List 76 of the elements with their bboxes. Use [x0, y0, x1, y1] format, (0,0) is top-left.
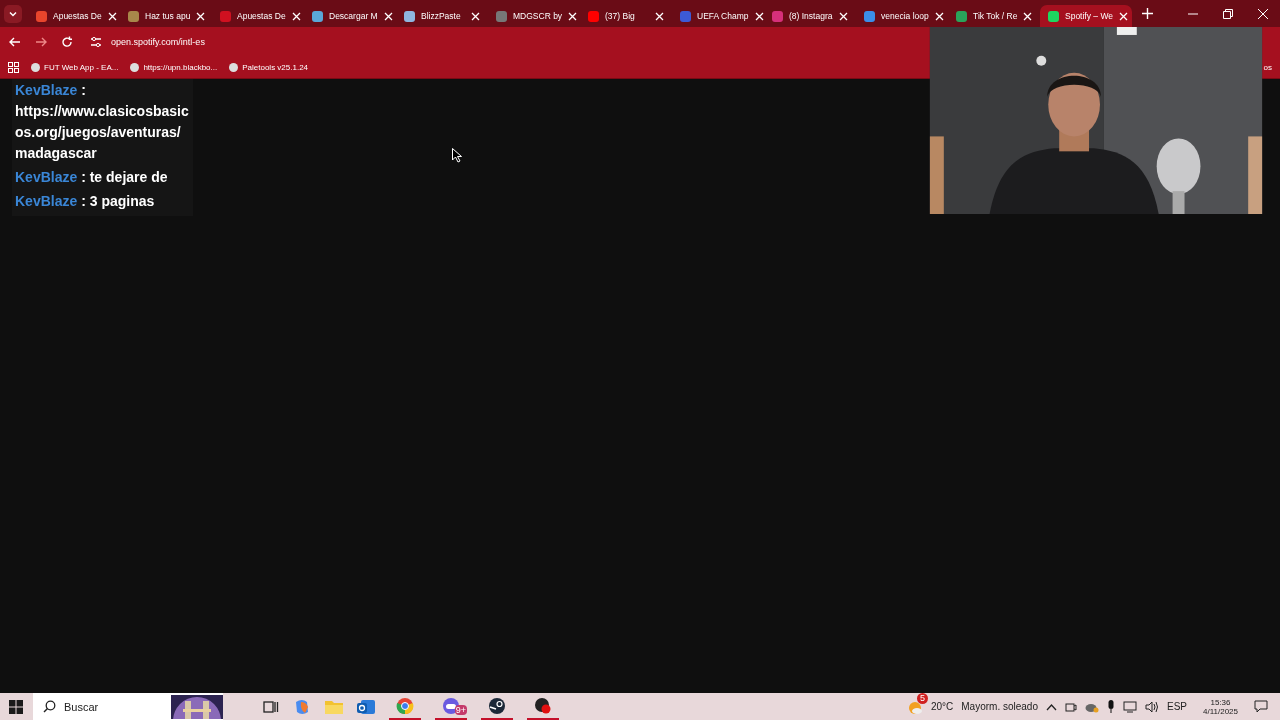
close-icon[interactable]: [839, 11, 848, 21]
tab-title: Apuestas De: [237, 11, 286, 21]
tab-title: Spotify – We: [1065, 11, 1114, 21]
close-icon[interactable]: [383, 11, 393, 21]
close-icon[interactable]: [107, 11, 117, 21]
temperature-text: 20°C: [930, 701, 954, 712]
tab-title: Descargar M: [329, 11, 378, 21]
browser-tab[interactable]: Descargar M: [304, 5, 396, 27]
browser-tab[interactable]: Apuestas De: [212, 5, 304, 27]
site-settings-icon[interactable]: [90, 35, 102, 48]
browser-tab[interactable]: Apuestas De: [28, 5, 120, 27]
camera-icon[interactable]: [1065, 700, 1077, 713]
tab-title: venecia loop: [881, 11, 929, 21]
bookmark-link[interactable]: os: [1263, 62, 1280, 72]
search-bar[interactable]: Buscar: [33, 693, 223, 720]
forward-icon[interactable]: [35, 35, 47, 48]
tab-title: UEFA Champ: [697, 11, 749, 21]
close-icon[interactable]: [196, 11, 206, 21]
tab-title: (37) Big: [605, 11, 636, 21]
language-indicator[interactable]: ESP: [1167, 701, 1187, 712]
restore-icon[interactable]: [1223, 8, 1233, 19]
browser-tab[interactable]: UEFA Champ: [672, 5, 764, 27]
chat-app-taskbar-button[interactable]: 9+: [435, 693, 467, 720]
tab-title: Apuestas De: [53, 11, 102, 21]
browser-tab[interactable]: Spotify – We: [1040, 5, 1132, 27]
clock-time: 15:36: [1210, 697, 1231, 707]
close-icon[interactable]: [754, 11, 764, 21]
new-tab-icon[interactable]: [1142, 8, 1153, 19]
chevron-up-icon[interactable]: [1046, 702, 1057, 711]
bookmark-link[interactable]: FUT Web App - EA...: [31, 62, 119, 72]
bookmark-link[interactable]: Paletools v25.1.24: [229, 62, 309, 72]
clock-date: 4/11/2025: [1203, 706, 1238, 716]
close-icon[interactable]: [291, 11, 301, 21]
tab-title: (8) Instagra: [789, 11, 833, 21]
task-view-icon[interactable]: [263, 698, 279, 715]
weather-alert-badge: 5: [916, 692, 928, 704]
network-icon[interactable]: [1123, 700, 1137, 713]
browser-tab[interactable]: (37) Big: [580, 5, 672, 27]
search-field[interactable]: Buscar: [62, 699, 166, 714]
bookmark-link[interactable]: https://upn.blackbo...: [130, 62, 218, 72]
volume-icon[interactable]: [1145, 700, 1159, 713]
chat-message: KevBlaze : 3 paginas: [15, 192, 156, 211]
browser-tab[interactable]: MDGSCR by: [488, 5, 580, 27]
close-icon[interactable]: [934, 11, 944, 21]
search-icon: [43, 700, 56, 713]
mouse-cursor-icon: [452, 148, 462, 163]
close-icon[interactable]: [471, 11, 480, 21]
browser-tab[interactable]: BlizzPaste: [396, 5, 488, 27]
tab-title: BlizzPaste: [421, 11, 462, 21]
windows-start-icon[interactable]: [9, 699, 23, 714]
tab-title: MDGSCR by: [513, 11, 563, 21]
chat-message: KevBlaze : te dejare de: [15, 168, 169, 187]
tab-search-button[interactable]: [4, 4, 22, 23]
tab-title: Haz tus apu: [145, 11, 191, 21]
notification-badge: 9+: [454, 705, 467, 715]
close-icon[interactable]: [655, 11, 664, 21]
chat-message: KevBlaze : https://www.clasicosbasicos.org/juegos/aventuras/madagascar: [15, 81, 190, 163]
close-icon[interactable]: [1119, 11, 1129, 21]
mail-app-icon[interactable]: [357, 698, 375, 715]
record-icon: [534, 696, 552, 715]
apps-grid-icon[interactable]: [8, 61, 19, 73]
close-icon[interactable]: [568, 11, 578, 21]
reload-icon[interactable]: [61, 35, 73, 48]
tab-title: Tik Tok / Re: [973, 11, 1018, 21]
browser-tab[interactable]: Tik Tok / Re: [948, 5, 1040, 27]
browser-tab[interactable]: Haz tus apu: [120, 5, 212, 27]
notifications-icon[interactable]: [1254, 700, 1268, 713]
browser-tab[interactable]: venecia loop: [856, 5, 948, 27]
back-icon[interactable]: [9, 35, 21, 48]
microphone-icon[interactable]: [1107, 700, 1115, 713]
browser-icon: [396, 696, 414, 715]
weather-text: Mayorm. soleado: [961, 701, 1038, 712]
browser-tab[interactable]: (8) Instagra: [764, 5, 856, 27]
url-text: open.spotify.com/intl-es: [111, 36, 205, 47]
close-icon[interactable]: [1023, 11, 1033, 21]
close-icon[interactable]: [1258, 8, 1268, 19]
